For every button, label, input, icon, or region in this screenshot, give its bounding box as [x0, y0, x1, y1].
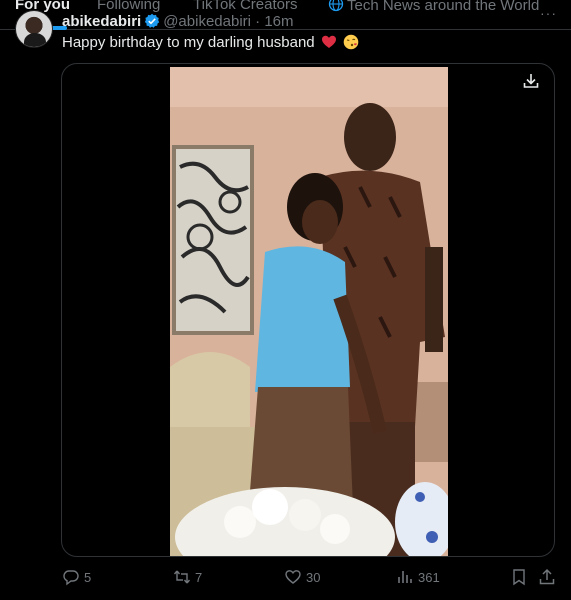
tab-tech-news-label: Tech News around the World: [347, 0, 540, 14]
repost-count: 7: [195, 569, 203, 585]
views-icon: [398, 571, 412, 583]
tweet-actions: 5 7 30 361: [0, 568, 571, 592]
tweet-text: Happy birthday to my darling husband: [62, 34, 359, 51]
more-icon[interactable]: ···: [540, 5, 557, 21]
reply-icon: [63, 570, 79, 586]
tweet-body: Happy birthday to my darling husband: [62, 34, 315, 51]
timestamp[interactable]: 16m: [264, 13, 293, 30]
verified-icon: [145, 13, 160, 28]
video-still: [170, 67, 448, 556]
share-icon: [539, 568, 555, 585]
repost-icon: [173, 570, 191, 584]
reply-button[interactable]: 5: [62, 568, 91, 586]
video-player[interactable]: [170, 67, 448, 556]
display-name[interactable]: abikedabiri: [62, 13, 141, 30]
tab-following[interactable]: Following: [97, 0, 160, 13]
tab-tiktok-creators[interactable]: TikTok Creators: [193, 0, 297, 13]
views-button[interactable]: 361: [396, 568, 440, 586]
views-count: 361: [418, 569, 440, 585]
like-button[interactable]: 30: [284, 568, 320, 586]
kiss-emoji: [343, 34, 359, 50]
tweet-header: abikedabiri @abikedabiri · 16m: [62, 13, 294, 30]
bookmark-icon: [513, 569, 525, 586]
reply-count: 5: [84, 569, 92, 585]
repost-button[interactable]: 7: [173, 568, 202, 586]
bookmark-button[interactable]: [510, 568, 532, 586]
handle[interactable]: @abikedabiri: [163, 13, 251, 30]
like-icon: [285, 570, 301, 584]
download-icon[interactable]: [522, 72, 540, 90]
avatar[interactable]: [15, 10, 53, 48]
media-container[interactable]: [61, 63, 555, 557]
separator: ·: [255, 13, 261, 30]
heart-emoji: [321, 35, 336, 48]
globe-icon: [328, 0, 344, 12]
like-count: 30: [306, 569, 321, 585]
share-button[interactable]: [538, 568, 560, 586]
tab-tech-news[interactable]: Tech News around the World: [328, 0, 539, 14]
